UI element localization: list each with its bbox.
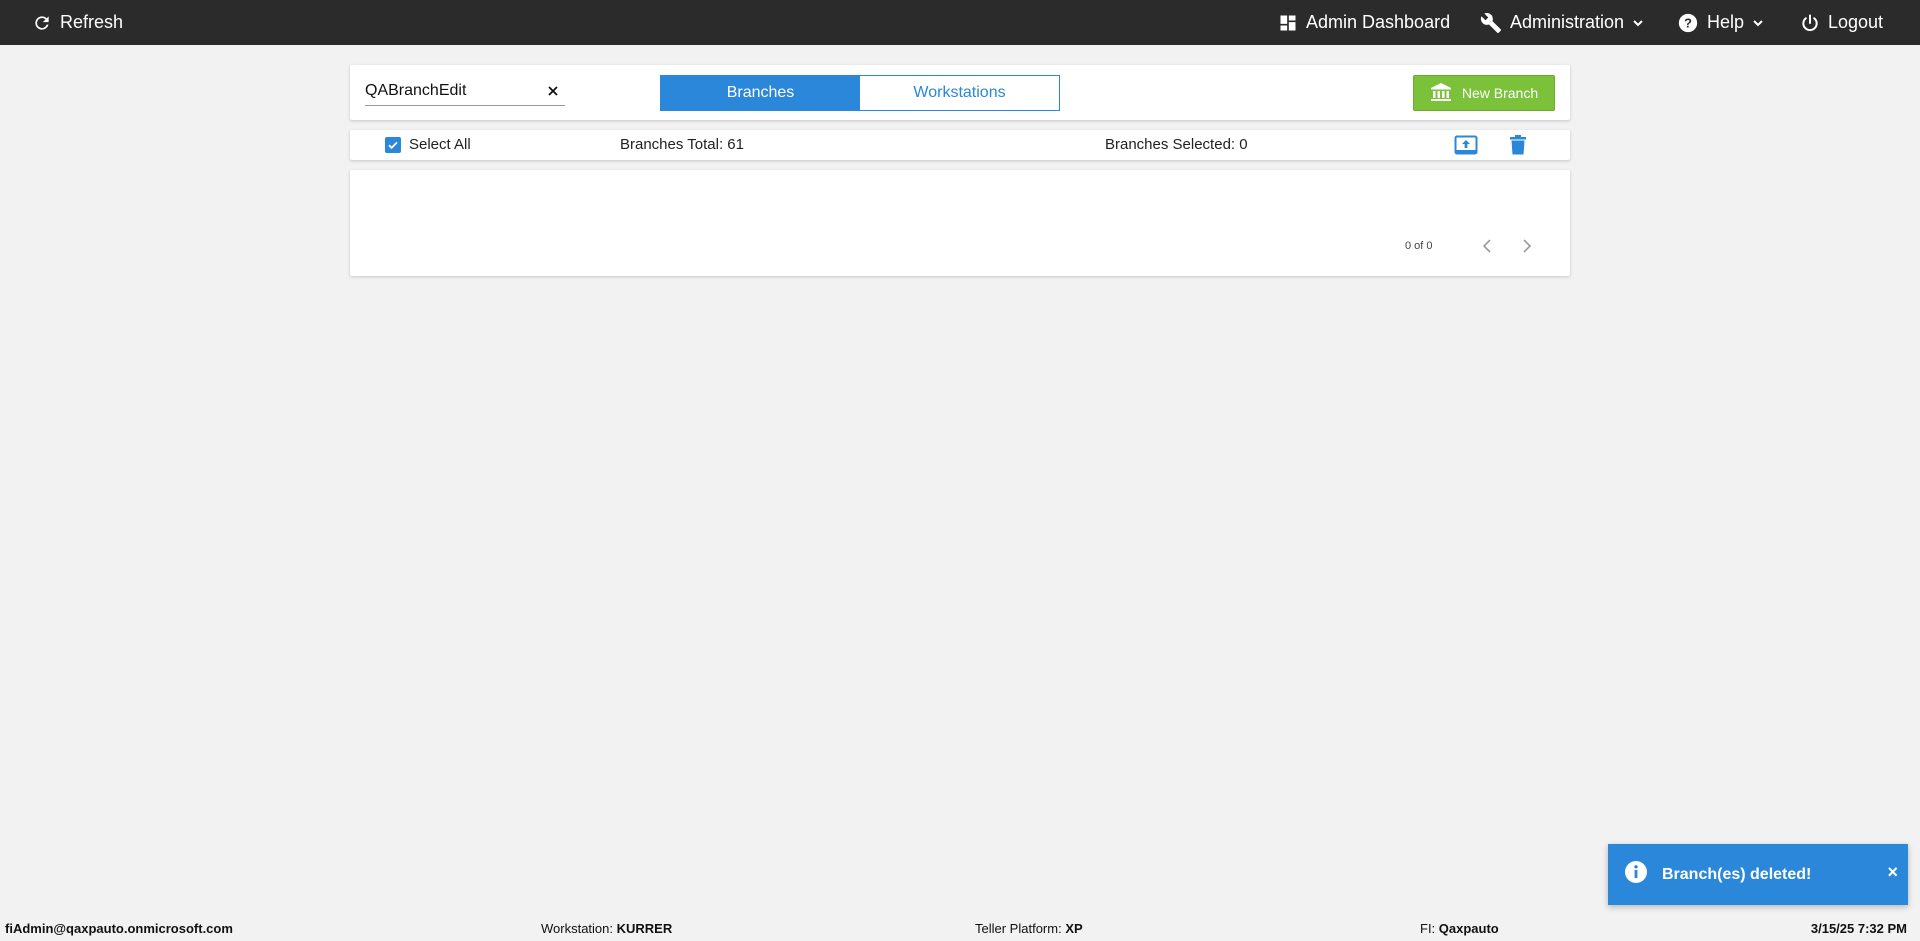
status-teller-platform: Teller Platform: XP bbox=[975, 921, 1083, 936]
help-label: Help bbox=[1707, 12, 1745, 32]
tab-branches[interactable]: Branches bbox=[661, 76, 860, 110]
upload-icon[interactable] bbox=[1454, 135, 1478, 160]
admin-dashboard-link[interactable]: Admin Dashboard bbox=[1278, 0, 1450, 45]
power-icon bbox=[1800, 13, 1820, 33]
status-platform-label: Teller Platform: bbox=[975, 921, 1066, 936]
logout-label: Logout bbox=[1828, 12, 1884, 32]
checkbox-checked-icon bbox=[385, 136, 401, 153]
tab-workstations[interactable]: Workstations bbox=[860, 76, 1059, 110]
status-platform-value: XP bbox=[1065, 921, 1083, 936]
pager-count: 0 of 0 bbox=[1405, 240, 1433, 252]
toast-notification: Branch(es) deleted! × bbox=[1608, 844, 1908, 905]
status-fi: FI: Qaxpauto bbox=[1420, 921, 1499, 936]
select-all-checkbox[interactable]: Select All bbox=[385, 136, 471, 153]
status-workstation: Workstation: KURRER bbox=[541, 921, 672, 936]
search-field bbox=[365, 78, 565, 106]
bank-icon bbox=[1430, 82, 1452, 105]
administration-menu[interactable]: Administration bbox=[1480, 0, 1644, 45]
chevron-down-icon bbox=[1632, 17, 1644, 29]
branches-total: Branches Total: 61 bbox=[620, 136, 744, 153]
status-workstation-value: KURRER bbox=[616, 921, 673, 936]
status-fi-value: Qaxpauto bbox=[1438, 921, 1499, 936]
wrench-icon bbox=[1480, 12, 1502, 34]
help-menu[interactable]: ? Help bbox=[1677, 0, 1764, 45]
select-all-label: Select All bbox=[409, 136, 471, 153]
status-datetime: 3/15/25 7:32 PM bbox=[1810, 921, 1907, 936]
logout-button[interactable]: Logout bbox=[1800, 0, 1883, 45]
refresh-button[interactable]: Refresh bbox=[32, 0, 123, 45]
search-input[interactable] bbox=[365, 78, 535, 104]
view-toggle: Branches Workstations bbox=[660, 75, 1060, 111]
refresh-label: Refresh bbox=[60, 12, 124, 32]
search-panel: Branches Workstations New Branch bbox=[350, 65, 1570, 120]
branch-list-panel: 0 of 0 bbox=[350, 170, 1570, 276]
trash-icon[interactable] bbox=[1510, 135, 1526, 160]
close-icon[interactable]: × bbox=[1887, 862, 1898, 883]
status-user: fiAdmin@qaxpauto.onmicrosoft.com bbox=[5, 921, 233, 936]
chevron-right-icon[interactable] bbox=[1520, 238, 1534, 259]
status-workstation-label: Workstation: bbox=[541, 921, 617, 936]
chevron-left-icon[interactable] bbox=[1480, 238, 1494, 259]
top-nav-bar: Refresh Admin Dashboard Administration ?… bbox=[0, 0, 1920, 45]
summary-bar: Select All Branches Total: 61 Branches S… bbox=[350, 130, 1570, 160]
svg-text:?: ? bbox=[1684, 15, 1692, 30]
admin-dashboard-label: Admin Dashboard bbox=[1306, 12, 1451, 32]
help-icon: ? bbox=[1677, 12, 1699, 34]
branches-selected: Branches Selected: 0 bbox=[1105, 136, 1248, 153]
status-bar: fiAdmin@qaxpauto.onmicrosoft.com Worksta… bbox=[0, 917, 1920, 941]
new-branch-button[interactable]: New Branch bbox=[1413, 75, 1555, 111]
new-branch-label: New Branch bbox=[1461, 85, 1539, 101]
close-icon[interactable] bbox=[545, 83, 561, 99]
administration-label: Administration bbox=[1510, 12, 1625, 32]
info-icon bbox=[1624, 860, 1648, 889]
status-fi-label: FI: bbox=[1420, 921, 1439, 936]
chevron-down-icon bbox=[1752, 17, 1764, 29]
dashboard-icon bbox=[1278, 13, 1298, 33]
refresh-icon bbox=[32, 13, 52, 33]
toast-message: Branch(es) deleted! bbox=[1662, 865, 1812, 883]
